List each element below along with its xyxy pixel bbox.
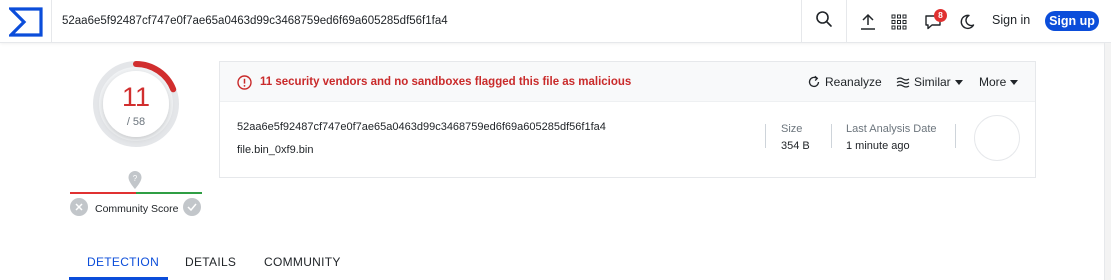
detection-count: 11 [121, 82, 151, 112]
size-label: Size [781, 123, 803, 135]
community-score-bar-negative [70, 192, 136, 194]
dark-mode-icon[interactable] [957, 12, 977, 32]
search-button[interactable] [801, 0, 847, 43]
community-score-bar-positive [136, 192, 202, 194]
upload-icon[interactable] [858, 12, 878, 32]
malicious-alert-text: 11 security vendors and no sandboxes fla… [260, 76, 632, 88]
last-analysis-value: 1 minute ago [846, 140, 910, 152]
sign-up-button[interactable]: Sign up [1045, 11, 1099, 31]
file-hash[interactable]: 52aa6e5f92487cf747e0f7ae65a0463d99c34687… [237, 121, 606, 133]
alert-circle-icon [237, 75, 252, 95]
close-icon [75, 203, 83, 211]
file-summary-card: 11 security vendors and no sandboxes fla… [219, 61, 1036, 178]
reanalyze-label: Reanalyze [825, 75, 882, 89]
tab-community[interactable]: COMMUNITY [264, 255, 341, 269]
last-analysis-label: Last Analysis Date [846, 123, 937, 135]
divider [765, 124, 766, 148]
chevron-down-icon [1010, 79, 1019, 85]
more-label: More [979, 75, 1007, 89]
similar-dropdown[interactable]: Similar [896, 75, 963, 89]
reanalyze-button[interactable]: Reanalyze [807, 75, 882, 89]
alert-header: 11 security vendors and no sandboxes fla… [220, 62, 1035, 102]
tab-details[interactable]: DETAILS [185, 255, 236, 269]
chevron-down-icon [954, 79, 963, 85]
notification-count-badge: 8 [934, 9, 947, 22]
search-input[interactable] [62, 11, 782, 31]
apps-grid-icon[interactable] [889, 12, 909, 32]
divider [831, 124, 832, 148]
top-navigation-bar: 8 Sign in Sign up [0, 0, 1111, 43]
sign-in-link[interactable]: Sign in [992, 13, 1030, 27]
more-dropdown[interactable]: More [979, 75, 1019, 89]
tab-detection[interactable]: DETECTION [87, 255, 159, 269]
file-type-icon-placeholder [974, 115, 1020, 161]
detection-total: / 58 [126, 116, 146, 128]
size-value: 354 B [781, 140, 810, 152]
search-icon [815, 10, 833, 33]
similar-label: Similar [914, 75, 951, 89]
scrollbar[interactable] [1104, 43, 1111, 280]
similar-icon [896, 77, 910, 88]
vote-harmful-button[interactable] [70, 198, 88, 216]
file-name: file.bin_0xf9.bin [237, 144, 314, 156]
divider [955, 124, 956, 148]
svg-text:?: ? [133, 174, 138, 183]
check-icon [187, 203, 197, 211]
vote-harmless-button[interactable] [183, 198, 201, 216]
logo-icon[interactable] [0, 0, 52, 43]
refresh-icon [808, 75, 820, 88]
community-score-label: Community Score [95, 203, 179, 215]
